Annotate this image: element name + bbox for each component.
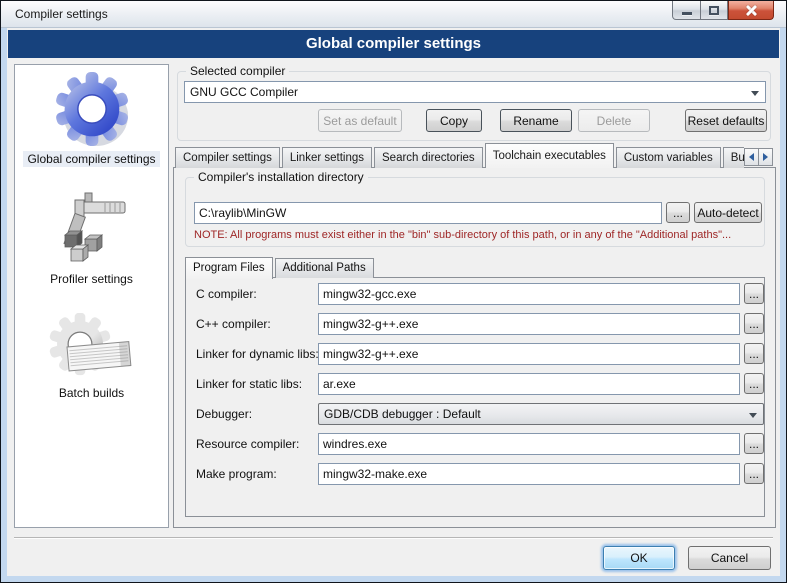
minimize-button[interactable] <box>672 1 701 20</box>
chevron-down-icon <box>749 413 757 418</box>
tab-scroll-right-button[interactable] <box>758 148 773 166</box>
arrow-right-icon <box>763 153 768 161</box>
window-title: Compiler settings <box>15 7 108 21</box>
linker-static-input[interactable] <box>318 373 740 395</box>
footer-divider <box>14 537 773 539</box>
titlebar: Compiler settings <box>1 1 786 28</box>
sidebar-item-profiler-settings[interactable]: Profiler settings <box>46 187 137 287</box>
delete-button[interactable]: Delete <box>578 109 650 132</box>
cpp-compiler-label: C++ compiler: <box>196 313 271 335</box>
install-directory-browse-button[interactable]: ... <box>666 202 690 223</box>
copy-button[interactable]: Copy <box>426 109 482 132</box>
caliper-icon <box>49 187 133 269</box>
resource-compiler-label: Resource compiler: <box>196 433 299 455</box>
tab-toolchain-executables[interactable]: Toolchain executables <box>485 143 614 168</box>
auto-detect-button[interactable]: Auto-detect <box>694 202 762 223</box>
linker-static-label: Linker for static libs: <box>196 373 302 395</box>
rename-button[interactable]: Rename <box>500 109 572 132</box>
close-button[interactable] <box>728 1 774 20</box>
c-compiler-input[interactable] <box>318 283 740 305</box>
minimize-icon <box>682 12 692 15</box>
compiler-settings-dialog: Compiler settings Global compiler settin… <box>0 0 787 583</box>
install-directory-group-label: Compiler's installation directory <box>194 170 368 184</box>
sidebar-item-label: Profiler settings <box>46 271 137 287</box>
subtab-additional-paths[interactable]: Additional Paths <box>275 258 374 278</box>
tab-scroll-left-button[interactable] <box>744 148 759 166</box>
ok-button[interactable]: OK <box>603 546 675 570</box>
c-compiler-label: C compiler: <box>196 283 257 305</box>
linker-dynamic-browse-button[interactable]: ... <box>744 343 764 364</box>
main-tabstrip: Compiler settings Linker settings Search… <box>175 142 744 168</box>
tab-linker-settings[interactable]: Linker settings <box>282 147 372 168</box>
compiler-select-value: GNU GCC Compiler <box>190 85 298 99</box>
cpp-compiler-input[interactable] <box>318 313 740 335</box>
settings-category-list: Global compiler settings <box>14 64 169 528</box>
selected-compiler-group-label: Selected compiler <box>186 64 289 78</box>
debugger-label: Debugger: <box>196 403 252 425</box>
make-program-browse-button[interactable]: ... <box>744 463 764 484</box>
debugger-select[interactable]: GDB/CDB debugger : Default <box>318 403 764 425</box>
set-as-default-button[interactable]: Set as default <box>318 109 402 132</box>
resource-compiler-browse-button[interactable]: ... <box>744 433 764 454</box>
maximize-button[interactable] <box>701 1 728 20</box>
make-program-input[interactable] <box>318 463 740 485</box>
install-directory-group: Compiler's installation directory ... Au… <box>185 177 765 247</box>
tab-build-options[interactable]: Build options <box>723 147 744 168</box>
make-program-label: Make program: <box>196 463 277 485</box>
window-controls <box>672 1 774 20</box>
chevron-down-icon <box>751 91 759 96</box>
c-compiler-browse-button[interactable]: ... <box>744 283 764 304</box>
linker-dynamic-label: Linker for dynamic libs: <box>196 343 319 365</box>
linker-dynamic-input[interactable] <box>318 343 740 365</box>
subtab-program-files[interactable]: Program Files <box>185 257 273 279</box>
close-icon <box>745 4 758 17</box>
program-files-panel: C compiler: ... C++ compiler: ... Linker… <box>185 277 765 517</box>
sidebar-item-global-compiler-settings[interactable]: Global compiler settings <box>23 69 159 167</box>
tab-custom-variables[interactable]: Custom variables <box>616 147 721 168</box>
sidebar-item-batch-builds[interactable]: Batch builds <box>49 313 135 401</box>
arrow-left-icon <box>749 153 754 161</box>
reset-defaults-button[interactable]: Reset defaults <box>685 109 767 132</box>
tab-search-directories[interactable]: Search directories <box>374 147 483 168</box>
gear-blue-icon <box>53 69 131 149</box>
note-text: NOTE: All programs must exist either in … <box>194 229 731 241</box>
debugger-select-value: GDB/CDB debugger : Default <box>324 407 481 421</box>
sidebar-item-label: Batch builds <box>55 385 128 401</box>
sub-tabstrip: Program Files Additional Paths <box>185 256 376 278</box>
compiler-select[interactable]: GNU GCC Compiler <box>184 81 766 103</box>
install-directory-input[interactable] <box>194 202 662 224</box>
maximize-icon <box>709 6 719 15</box>
tab-compiler-settings[interactable]: Compiler settings <box>175 147 280 168</box>
page-title: Global compiler settings <box>8 30 779 58</box>
cancel-button[interactable]: Cancel <box>688 546 771 570</box>
gear-papers-icon <box>49 313 135 383</box>
linker-static-browse-button[interactable]: ... <box>744 373 764 394</box>
cpp-compiler-browse-button[interactable]: ... <box>744 313 764 334</box>
resource-compiler-input[interactable] <box>318 433 740 455</box>
sidebar-item-label: Global compiler settings <box>23 151 159 167</box>
